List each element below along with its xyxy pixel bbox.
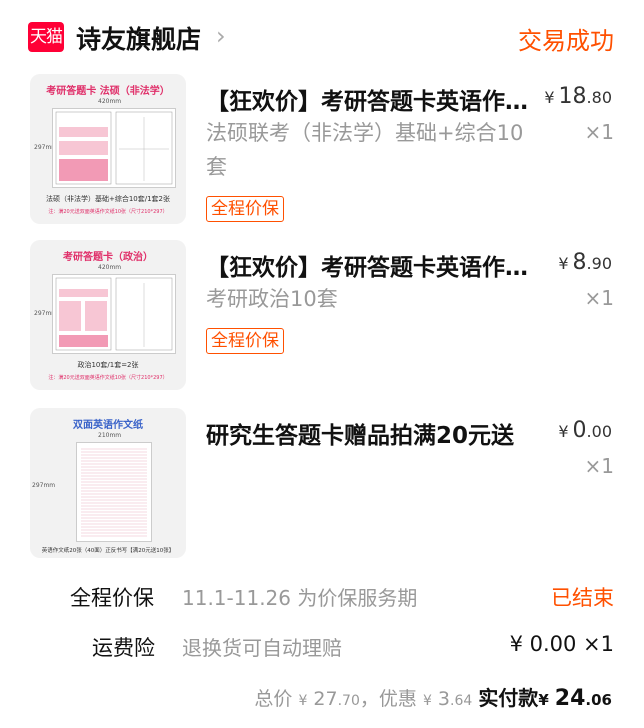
- product-thumbnail[interactable]: 双面英语作文纸 210mm 297mm 英语作文纸20张（40面）正反书写【满2…: [30, 408, 186, 558]
- thumb-width-label: 420mm: [98, 264, 122, 271]
- product-price: ¥0.00: [558, 418, 612, 443]
- chevron-right-icon[interactable]: ›: [216, 22, 226, 50]
- price-protect-label: 全程价保: [70, 586, 154, 610]
- thumb-note: 注：满20元送双面英语作文纸10张（尺寸210*297）: [48, 375, 168, 381]
- thumb-heading: 考研答题卡 法硕（非法学）: [46, 86, 170, 97]
- thumb-caption: 法硕（非法学）基础+综合10套/1套2张: [45, 195, 171, 203]
- thumb-width-label: 210mm: [98, 432, 122, 439]
- order-item[interactable]: 考研答题卡 法硕（非法学） 420mm 297mm 法硕（非法学）基础+综合10…: [0, 74, 644, 240]
- product-title[interactable]: 【狂欢价】考研答题卡英语作文纸: [206, 248, 528, 282]
- paid-currency: ¥: [538, 691, 549, 709]
- shop-header: 天猫 诗友旗舰店 › 交易成功: [0, 0, 644, 74]
- answer-sheet-graphic: [52, 108, 176, 188]
- shop-name-link[interactable]: 诗友旗舰店: [76, 20, 201, 56]
- paid-label: 实付款: [478, 686, 539, 710]
- price-protect-status: 已结束: [551, 586, 614, 610]
- order-item[interactable]: 双面英语作文纸 210mm 297mm 英语作文纸20张（40面）正反书写【满2…: [0, 408, 644, 570]
- price-currency: ¥: [558, 254, 569, 273]
- composition-paper-graphic: [76, 442, 152, 542]
- answer-sheet-drawing: [55, 111, 173, 185]
- thumb-heading: 双面英语作文纸: [73, 420, 143, 431]
- order-item[interactable]: 考研答题卡（政治） 420mm 297mm 政治10套/1套=2张 注：满20元…: [0, 240, 644, 406]
- thumb-heading: 考研答题卡（政治）: [63, 252, 153, 263]
- total-int: 27: [313, 688, 338, 710]
- price-dec: .00: [586, 422, 612, 441]
- discount-dec: .64: [450, 693, 473, 709]
- product-quantity: ×1: [584, 454, 614, 478]
- answer-sheet-drawing: [55, 277, 173, 351]
- total-dec: .70: [337, 693, 360, 709]
- discount-int: 3: [437, 688, 450, 710]
- price-protect-row[interactable]: 全程价保 11.1-11.26 为价保服务期 已结束: [0, 582, 644, 622]
- shipping-insurance-label: 运费险: [92, 636, 155, 660]
- price-protect-desc: 11.1-11.26 为价保服务期: [182, 586, 418, 610]
- answer-sheet-graphic: [52, 274, 176, 354]
- thumb-note: 注：满20元送双面英语作文纸10张（尺寸210*297）: [48, 209, 168, 215]
- price-protect-badge[interactable]: 全程价保: [206, 196, 284, 222]
- shipping-insurance-row[interactable]: 运费险 退换货可自动理赔 ¥ 0.00 ×1: [0, 632, 644, 672]
- thumb-height-label: 297mm: [32, 482, 56, 489]
- price-dec: .90: [586, 254, 612, 273]
- order-totals: 总价 ¥ 27.70，优惠 ¥ 3.64 实付款¥ 24.06: [254, 682, 612, 711]
- discount-currency: ¥: [422, 693, 432, 709]
- thumb-width-label: 420mm: [98, 98, 122, 105]
- product-spec: 考研政治10套: [206, 287, 338, 311]
- shipping-insurance-desc: 退换货可自动理赔: [182, 636, 342, 660]
- thumb-caption: 英语作文纸20张（40面）正反书写【满20元送10张】: [41, 548, 175, 554]
- price-currency: ¥: [558, 422, 569, 441]
- lined-paper-drawing: [81, 448, 147, 537]
- discount-label: ，优惠: [359, 688, 417, 710]
- product-title[interactable]: 【狂欢价】考研答题卡英语作文纸: [206, 82, 528, 116]
- product-thumbnail[interactable]: 考研答题卡（政治） 420mm 297mm 政治10套/1套=2张 注：满20元…: [30, 240, 186, 390]
- product-thumbnail[interactable]: 考研答题卡 法硕（非法学） 420mm 297mm 法硕（非法学）基础+综合10…: [30, 74, 186, 224]
- price-currency: ¥: [544, 88, 555, 107]
- thumb-caption: 政治10套/1套=2张: [77, 361, 139, 369]
- shipping-insurance-value: ¥ 0.00 ×1: [509, 632, 614, 656]
- price-int: 18: [558, 84, 587, 109]
- paid-dec: .06: [585, 691, 612, 709]
- product-quantity: ×1: [584, 120, 614, 144]
- price-protect-badge[interactable]: 全程价保: [206, 328, 284, 354]
- price-dec: .80: [586, 88, 612, 107]
- product-quantity: ×1: [584, 286, 614, 310]
- price-int: 8: [572, 250, 587, 275]
- product-spec: 法硕联考（非法学）基础+综合10套: [206, 121, 524, 179]
- total-currency: ¥: [298, 693, 308, 709]
- total-label: 总价: [254, 688, 293, 710]
- price-int: 0: [572, 418, 587, 443]
- paid-int: 24: [554, 686, 586, 711]
- product-price: ¥18.80: [544, 84, 612, 109]
- order-status: 交易成功: [518, 27, 614, 55]
- product-price: ¥8.90: [558, 250, 612, 275]
- tmall-logo-icon: 天猫: [28, 22, 64, 52]
- product-title[interactable]: 研究生答题卡赠品拍满20元送: [206, 416, 528, 450]
